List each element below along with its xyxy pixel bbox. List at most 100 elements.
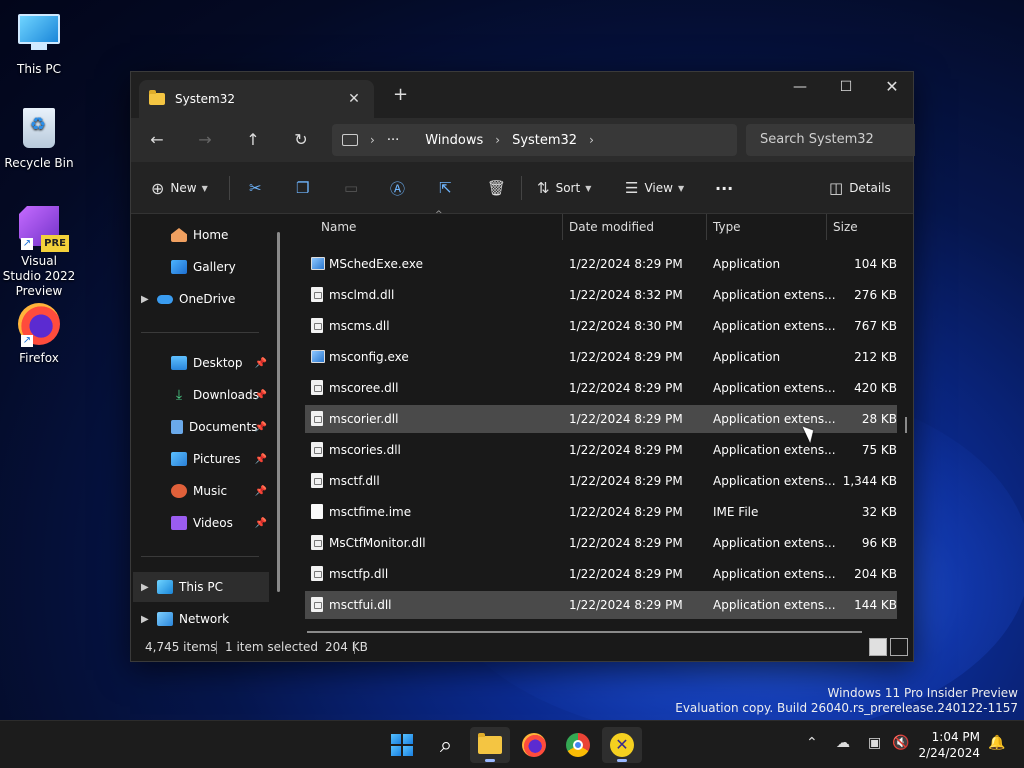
status-divider <box>354 641 355 654</box>
tiles-view-button[interactable] <box>890 638 908 656</box>
new-tab-button[interactable]: + <box>393 84 408 105</box>
sort-button[interactable]: ⇅ Sort ▼ <box>537 176 591 200</box>
sidebar-item-network[interactable]: ▶ Network <box>133 604 269 634</box>
maximize-button[interactable]: ☐ <box>823 72 869 102</box>
file-row[interactable]: mscoree.dll 1/22/2024 8:29 PM Application … <box>305 374 897 402</box>
cloud-offline-icon[interactable]: ☁ <box>836 735 850 751</box>
paste-button[interactable]: ▭ <box>344 176 364 200</box>
sidebar-divider <box>141 332 259 333</box>
sidebar-item-this-pc[interactable]: ▶ This PC <box>133 572 269 602</box>
sidebar-item-desktop[interactable]: Desktop 📌 <box>133 348 269 378</box>
file-name: msctfp.dll <box>329 567 389 581</box>
pin-icon: 📌 <box>254 389 267 401</box>
firefox-icon <box>522 733 546 757</box>
file-row[interactable]: msclmd.dll 1/22/2024 8:32 PM Application e… <box>305 281 897 309</box>
close-tab-icon[interactable]: ✕ <box>344 91 364 107</box>
breadcrumb-more[interactable]: ··· <box>387 133 399 148</box>
item-count: 4,745 items <box>145 640 217 654</box>
column-type[interactable]: Type <box>713 220 741 234</box>
sidebar-item-documents[interactable]: Documents 📌 <box>133 412 269 442</box>
tab-title: System32 <box>175 92 236 106</box>
notification-bell-icon[interactable]: 🔔 <box>988 735 1005 751</box>
file-row[interactable]: msctf.dll 1/22/2024 8:29 PM Application ex… <box>305 467 897 495</box>
firefox-taskbar-button[interactable] <box>514 727 554 763</box>
more-options-button[interactable]: ··· <box>715 176 733 200</box>
forward-button[interactable]: → <box>191 128 219 152</box>
explorer-body: Home Gallery ▶ OneDrive Desktop 📌 ⤓ Down… <box>131 210 913 634</box>
column-divider[interactable] <box>562 214 563 240</box>
search-button[interactable]: ⌕ <box>426 727 466 763</box>
up-button[interactable]: ↑ <box>239 128 267 152</box>
sidebar-item-label: Music <box>193 484 228 498</box>
minimize-button[interactable]: — <box>777 72 823 102</box>
copy-button[interactable]: ❐ <box>296 176 315 200</box>
clock[interactable]: 1:04 PM 2/24/2024 <box>918 729 980 761</box>
file-row[interactable]: MsCtfMonitor.dll 1/22/2024 8:29 PM Applica… <box>305 529 897 557</box>
file-row[interactable]: msctfui.dll 1/22/2024 8:29 PM Application … <box>305 591 897 619</box>
show-hidden-icons-button[interactable]: ⌃ <box>806 735 818 751</box>
close-window-button[interactable]: ✕ <box>869 72 915 102</box>
file-name: mscms.dll <box>329 319 390 333</box>
document-icon <box>171 420 183 434</box>
trash-icon: 🗑 <box>487 179 507 197</box>
desktop-icon-firefox[interactable]: ↗ Firefox <box>1 302 77 366</box>
share-button[interactable]: ⇱ <box>439 176 458 200</box>
chrome-taskbar-button[interactable] <box>558 727 598 763</box>
back-button[interactable]: ← <box>143 128 171 152</box>
sidebar-item-home[interactable]: Home <box>133 220 269 250</box>
details-view-button[interactable] <box>869 638 887 656</box>
file-date-modified: 1/22/2024 8:29 PM <box>569 536 683 550</box>
sidebar-item-onedrive[interactable]: ▶ OneDrive <box>133 284 269 314</box>
network-icon[interactable]: ▣ <box>868 735 881 751</box>
tab-system32[interactable]: System32 ✕ <box>139 80 374 118</box>
sidebar-scrollbar[interactable] <box>277 232 280 592</box>
column-name[interactable]: Name <box>321 220 356 234</box>
file-row[interactable]: mscms.dll 1/22/2024 8:30 PM Application ex… <box>305 312 897 340</box>
monitor-icon <box>17 14 61 58</box>
column-size[interactable]: Size <box>833 220 858 234</box>
details-pane-icon: ◫ <box>829 179 844 197</box>
start-button[interactable] <box>382 727 422 763</box>
file-row[interactable]: msconfig.exe 1/22/2024 8:29 PM Application… <box>305 343 897 371</box>
sort-icon: ⇅ <box>537 179 550 197</box>
delete-button[interactable]: 🗑 <box>487 176 512 200</box>
cut-button[interactable]: ✂ <box>249 176 268 200</box>
file-row[interactable]: MSchedExe.exe 1/22/2024 8:29 PM Applicatio… <box>305 250 897 278</box>
chevron-right-icon[interactable]: ▶ <box>141 614 155 625</box>
sidebar-item-music[interactable]: Music 📌 <box>133 476 269 506</box>
sidebar-item-gallery[interactable]: Gallery <box>133 252 269 282</box>
details-pane-button[interactable]: ◫ Details <box>829 176 891 200</box>
column-date-modified[interactable]: Date modified <box>569 220 654 234</box>
address-bar[interactable]: › ··· Windows › System32 › <box>332 124 737 156</box>
vertical-scrollbar[interactable] <box>905 417 907 433</box>
file-explorer-window: System32 ✕ + — ☐ ✕ ← → ↑ ↻ › ··· Windows… <box>130 71 915 662</box>
new-button[interactable]: ⊕ New ▼ <box>151 176 208 200</box>
sidebar-item-videos[interactable]: Videos 📌 <box>133 508 269 538</box>
desktop-icon-label: Recycle Bin <box>4 156 74 170</box>
desktop-icon-visual-studio[interactable]: PRE ↗ Visual Studio 2022 Preview <box>1 204 77 299</box>
desktop-icon-this-pc[interactable]: This PC <box>1 10 77 77</box>
column-divider[interactable] <box>706 214 707 240</box>
file-explorer-taskbar-button[interactable] <box>470 727 510 763</box>
search-input[interactable] <box>746 124 915 156</box>
breadcrumb-windows[interactable]: Windows <box>425 133 483 148</box>
copy-icon: ❐ <box>296 179 310 197</box>
chevron-right-icon[interactable]: ▶ <box>141 294 155 305</box>
sidebar-item-downloads[interactable]: ⤓ Downloads 📌 <box>133 380 269 410</box>
desktop-icon-recycle-bin[interactable]: Recycle Bin <box>1 106 77 171</box>
file-size: 144 KB <box>854 598 897 612</box>
file-row[interactable]: msctfime.ime 1/22/2024 8:29 PM IME File 32 … <box>305 498 897 526</box>
chevron-right-icon[interactable]: ▶ <box>141 582 155 593</box>
sidebar-item-pictures[interactable]: Pictures 📌 <box>133 444 269 474</box>
file-name: mscorier.dll <box>329 412 399 426</box>
refresh-button[interactable]: ↻ <box>287 128 315 152</box>
rename-button[interactable]: Ⓐ <box>390 176 411 200</box>
breadcrumb-system32[interactable]: System32 <box>512 133 577 148</box>
app-taskbar-button[interactable]: ✕ <box>602 727 642 763</box>
column-divider[interactable] <box>826 214 827 240</box>
clock-date: 2/24/2024 <box>918 746 980 760</box>
view-button[interactable]: ☰ View ▼ <box>625 176 684 200</box>
volume-muted-icon[interactable]: 🔇 <box>892 735 909 751</box>
file-type: Application extens... <box>713 567 836 581</box>
file-row[interactable]: msctfp.dll 1/22/2024 8:29 PM Application e… <box>305 560 897 588</box>
